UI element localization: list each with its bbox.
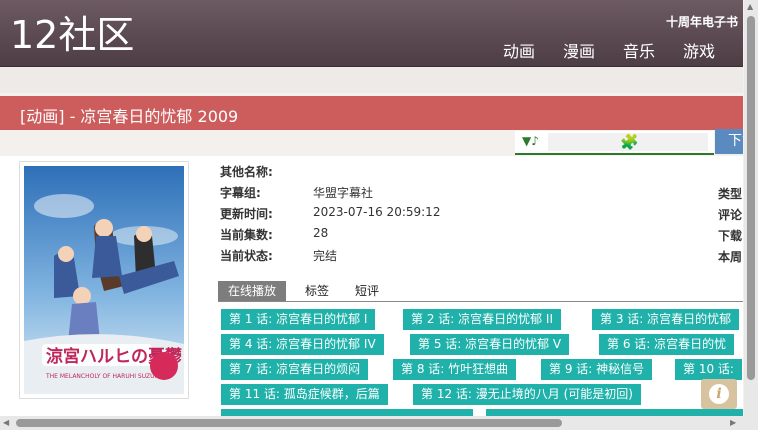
info-button[interactable]: i (701, 379, 737, 409)
header-band (0, 67, 743, 93)
nav-manga[interactable]: 漫画 (549, 38, 609, 62)
scroll-left-arrow-icon[interactable]: ◀ (3, 418, 9, 427)
info-icon: i (709, 384, 729, 404)
site-header: 12社区 十周年电子书 动画 漫画 音乐 游戏 (0, 0, 743, 67)
episode-button-12[interactable]: 第 12 话: 漫无止境的八月 (可能是初回) (413, 384, 641, 405)
scroll-up-arrow-icon[interactable]: ▲ (747, 2, 753, 11)
this-week-label: 本周 (718, 250, 743, 264)
episode-button-6[interactable]: 第 6 话: 凉宫春日的忧 (599, 334, 735, 355)
status-value: 完结 (313, 249, 338, 263)
updated-label: 更新时间: (220, 207, 273, 221)
music-note-icon[interactable]: ▼♪ (522, 134, 539, 148)
episode-button-4[interactable]: 第 4 话: 凉宫春日的忧郁 IV (221, 334, 384, 355)
tab-tags[interactable]: 标签 (305, 281, 329, 301)
episode-button-11[interactable]: 第 11 话: 孤岛症候群，后篇 (221, 384, 388, 405)
downloads-label: 下载 (718, 229, 743, 243)
tab-short-reviews[interactable]: 短评 (355, 281, 379, 301)
horizontal-scroll-thumb[interactable] (16, 419, 562, 427)
episode-button-8[interactable]: 第 8 话: 竹叶狂想曲 (393, 359, 517, 380)
horizontal-scrollbar[interactable]: ◀ ▶ (0, 416, 758, 430)
anniversary-ebook-link[interactable]: 十周年电子书 (666, 13, 738, 30)
episode-button-3[interactable]: 第 3 话: 凉宫春日的忧郁 (592, 309, 740, 330)
plugin-placeholder[interactable]: 🧩 (548, 133, 708, 151)
vertical-scrollbar[interactable]: ▲ (744, 0, 758, 416)
other-names-label: 其他名称: (220, 165, 273, 179)
site-logo[interactable]: 12社区 (10, 12, 134, 58)
puzzle-icon: 🧩 (620, 133, 639, 151)
episode-button-9[interactable]: 第 9 话: 神秘信号 (541, 359, 653, 380)
fansub-label: 字幕组: (220, 186, 261, 200)
episode-button-partial-2[interactable] (486, 409, 743, 416)
tab-online-play[interactable]: 在线播放 (218, 281, 287, 301)
comments-label: 评论 (718, 208, 743, 222)
episode-button-10[interactable]: 第 10 话: (675, 359, 742, 380)
scroll-right-arrow-icon[interactable]: ▶ (730, 418, 736, 427)
fansub-value[interactable]: 华盟字幕社 (313, 184, 373, 201)
poster-image: 涼宮ハルヒの憂鬱 THE MELANCHOLY OF HARUHI SUZUMI… (24, 166, 184, 394)
episodes-label: 当前集数: (220, 228, 273, 242)
episode-button-1[interactable]: 第 1 话: 凉宫春日的忧郁 I (221, 309, 376, 330)
updated-value: 2023-07-16 20:59:12 (313, 205, 441, 219)
poster-frame[interactable]: 涼宮ハルヒの憂鬱 THE MELANCHOLY OF HARUHI SUZUMI… (19, 161, 189, 399)
episodes-value: 28 (313, 226, 329, 240)
type-label: 类型 (718, 187, 743, 201)
nav-anime[interactable]: 动画 (489, 38, 549, 62)
status-label: 当前状态: (220, 249, 273, 263)
detail-tabs: 在线播放 标签 短评 (218, 281, 743, 302)
download-button[interactable]: 下载 (715, 129, 743, 154)
episode-button-partial-1[interactable] (221, 409, 473, 416)
episode-button-7[interactable]: 第 7 话: 凉宫春日的烦闷 (221, 359, 369, 380)
episode-button-2[interactable]: 第 2 话: 凉宫春日的忧郁 II (403, 309, 562, 330)
episode-button-5[interactable]: 第 5 话: 凉宫春日的忧郁 V (410, 334, 570, 355)
page-title: [动画] - 凉宫春日的忧郁 2009 (20, 107, 239, 126)
nav-games[interactable]: 游戏 (669, 38, 729, 62)
page-viewport: 12社区 十周年电子书 动画 漫画 音乐 游戏 [动画] - 凉宫春日的忧郁 2… (0, 0, 743, 416)
poster-subtitle: THE MELANCHOLY OF HARUHI SUZUMIYA (45, 373, 170, 380)
main-nav: 动画 漫画 音乐 游戏 (489, 38, 729, 62)
title-bar: [动画] - 凉宫春日的忧郁 2009 (0, 96, 743, 130)
player-bar: ▼♪ 🧩 (515, 131, 714, 155)
nav-music[interactable]: 音乐 (609, 38, 669, 62)
vertical-scroll-thumb[interactable] (747, 16, 755, 380)
